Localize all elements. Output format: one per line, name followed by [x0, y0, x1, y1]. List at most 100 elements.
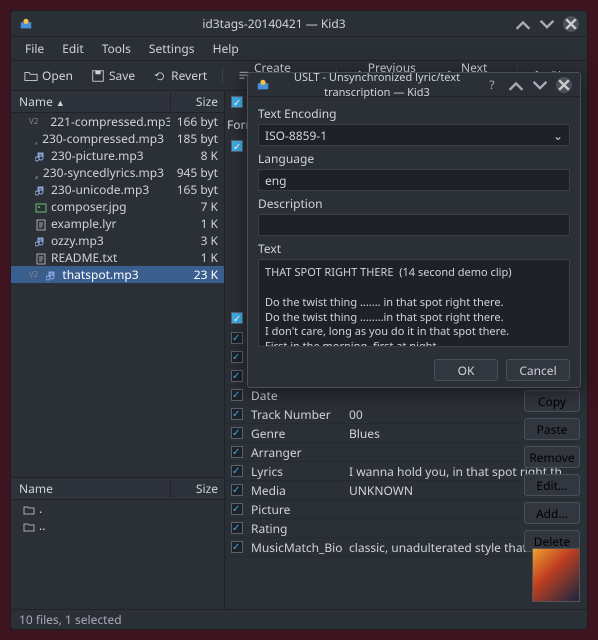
file-row[interactable]: README.txt1 K — [11, 249, 224, 266]
checkbox[interactable] — [231, 541, 243, 553]
dir-table-header[interactable]: Name Size — [11, 478, 224, 500]
tag-name: Genre — [249, 425, 343, 442]
tag-name: Picture — [249, 501, 343, 518]
header-name[interactable]: Name — [11, 480, 170, 497]
file-table-body[interactable]: V2221-compressed.mp3166 byt230-compresse… — [11, 113, 224, 477]
dir-row[interactable]: .. — [11, 517, 224, 534]
dir-row[interactable]: . — [11, 500, 224, 517]
folder-open-icon — [24, 69, 38, 83]
tag-name: Media — [249, 482, 343, 499]
checkbox[interactable] — [231, 408, 243, 420]
header-name[interactable]: Name▲ — [11, 93, 170, 110]
menu-edit[interactable]: Edit — [54, 37, 91, 60]
text-label: Text — [258, 240, 570, 257]
file-size: 185 byt — [170, 130, 224, 147]
file-row[interactable]: 230-picture.mp38 K — [11, 147, 224, 164]
file-icon — [35, 150, 47, 162]
checkbox[interactable] — [231, 332, 243, 344]
file-name: example.lyr — [51, 215, 116, 232]
file-table: Name▲ Size V2221-compressed.mp3166 byt23… — [11, 91, 224, 477]
description-input[interactable] — [258, 214, 570, 236]
side-buttons: Copy Paste Remove Edit... Add... Delete — [524, 390, 580, 552]
maximize-button[interactable] — [539, 16, 555, 32]
file-size: 3 K — [170, 232, 224, 249]
titlebar: id3tags-20140421 — Kid3 — [11, 11, 587, 37]
dialog-body: Text Encoding ISO-8859-1⌄ Language eng D… — [248, 97, 580, 353]
checkbox[interactable] — [231, 370, 243, 382]
tag-name: Rating — [249, 520, 343, 537]
file-icon — [35, 252, 47, 264]
ok-button[interactable]: OK — [434, 359, 498, 381]
revert-icon — [153, 69, 167, 83]
checkbox[interactable] — [231, 389, 243, 401]
checkbox[interactable] — [231, 503, 243, 515]
text-textarea[interactable]: THAT SPOT RIGHT THERE (14 second demo cl… — [258, 259, 570, 347]
uslt-dialog: USLT - Unsynchronized lyric/text transcr… — [247, 72, 581, 388]
checkbox[interactable] — [231, 484, 243, 496]
file-size: 23 K — [170, 266, 224, 283]
header-size[interactable]: Size — [170, 93, 224, 110]
menu-file[interactable]: File — [17, 37, 52, 60]
dir-table-body[interactable]: ... — [11, 500, 224, 609]
file-row[interactable]: 230-syncedlyrics.mp3945 byt — [11, 164, 224, 181]
file-name: 230-unicode.mp3 — [51, 181, 149, 198]
checkbox[interactable] — [231, 446, 243, 458]
file-row[interactable]: V2221-compressed.mp3166 byt — [11, 113, 224, 130]
file-size: 1 K — [170, 215, 224, 232]
checkbox[interactable] — [231, 465, 243, 477]
close-button[interactable] — [563, 16, 579, 32]
save-button[interactable]: Save — [84, 63, 142, 88]
file-row[interactable]: example.lyr 1 K — [11, 215, 224, 232]
menu-tools[interactable]: Tools — [94, 37, 139, 60]
file-row[interactable]: 230-compressed.mp3 185 byt — [11, 130, 224, 147]
directory-pane: Name Size ... — [11, 477, 224, 609]
statusbar: 10 files, 1 selected — [11, 609, 587, 629]
file-row[interactable]: ozzy.mp3 3 K — [11, 232, 224, 249]
checkbox[interactable] — [231, 351, 243, 363]
left-pane: Name▲ Size V2221-compressed.mp3166 byt23… — [11, 91, 225, 609]
file-name: ozzy.mp3 — [51, 232, 104, 249]
edit-button[interactable]: Edit... — [524, 474, 580, 496]
file-icon — [35, 133, 38, 145]
file-row[interactable]: 230-unicode.mp3 165 byt — [11, 181, 224, 198]
file-name: 230-compressed.mp3 — [42, 130, 164, 147]
paste-button[interactable]: Paste — [524, 418, 580, 440]
folder-icon — [23, 520, 35, 532]
header-size[interactable]: Size — [170, 480, 224, 497]
copy-button[interactable]: Copy — [524, 390, 580, 412]
v2-badge: V2 — [29, 269, 38, 280]
app-icon — [19, 17, 33, 31]
add-button[interactable]: Add... — [524, 502, 580, 524]
tag-name: Arranger — [249, 444, 343, 461]
checkbox[interactable] — [231, 522, 243, 534]
checkbox-icon[interactable] — [231, 312, 243, 324]
help-button[interactable]: ? — [484, 77, 500, 93]
checkbox[interactable] — [231, 427, 243, 439]
close-button[interactable] — [556, 77, 572, 93]
minimize-button[interactable] — [515, 16, 531, 32]
file-name: composer.jpg — [51, 198, 127, 215]
separator — [222, 67, 223, 85]
file-row[interactable]: composer.jpg7 K — [11, 198, 224, 215]
file-row[interactable]: V2thatspot.mp323 K — [11, 266, 224, 283]
tag-name: Date — [249, 387, 343, 404]
menu-settings[interactable]: Settings — [141, 37, 203, 60]
open-button[interactable]: Open — [17, 63, 80, 88]
file-icon — [35, 201, 47, 213]
file-size: 166 byt — [170, 113, 224, 130]
maximize-button[interactable] — [532, 77, 548, 93]
album-art[interactable] — [532, 548, 580, 602]
file-table-header[interactable]: Name▲ Size — [11, 91, 224, 113]
checkbox-icon[interactable] — [231, 140, 243, 152]
remove-button[interactable]: Remove — [524, 446, 580, 468]
minimize-button[interactable] — [508, 77, 524, 93]
revert-button[interactable]: Revert — [146, 63, 214, 88]
file-size: 165 byt — [170, 181, 224, 198]
file-size: 945 byt — [170, 164, 224, 181]
file-name: README.txt — [51, 249, 117, 266]
cancel-button[interactable]: Cancel — [506, 359, 570, 381]
text-encoding-select[interactable]: ISO-8859-1⌄ — [258, 124, 570, 146]
language-input[interactable]: eng — [258, 169, 570, 191]
v2-badge: V2 — [29, 116, 38, 127]
checkbox-icon[interactable] — [231, 96, 243, 108]
